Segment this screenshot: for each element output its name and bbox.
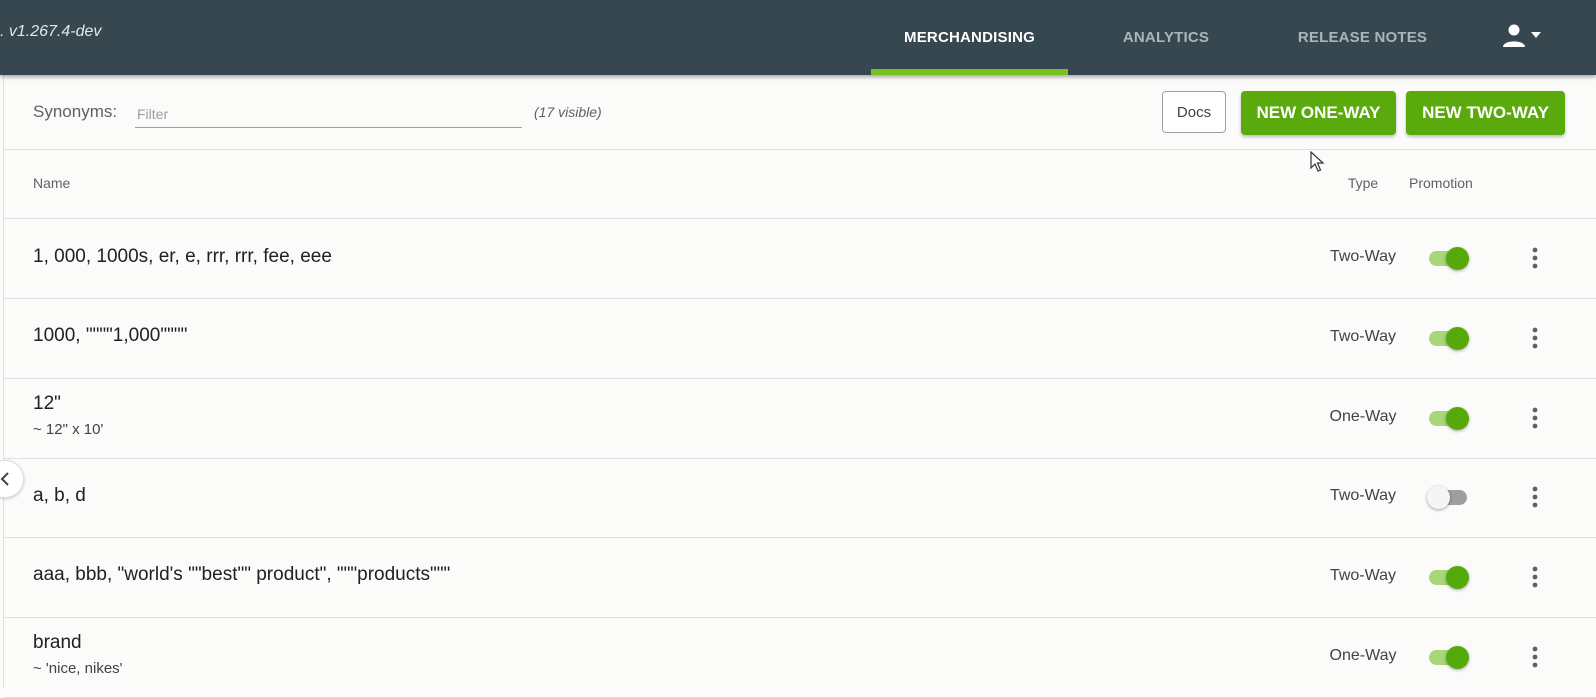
- promotion-toggle[interactable]: [1427, 645, 1469, 669]
- user-menu-button[interactable]: [1500, 22, 1556, 52]
- table-row[interactable]: 1000, """"1,000"""" Two-Way: [4, 299, 1596, 379]
- synonym-title: brand: [33, 632, 82, 653]
- more-options-icon[interactable]: [1524, 484, 1546, 510]
- table-header: Name Type Promotion: [4, 150, 1596, 219]
- app-version: . v1.267.4-dev: [0, 23, 102, 40]
- synonym-type: Two-Way: [1329, 567, 1397, 584]
- mouse-cursor-icon: [1310, 151, 1325, 172]
- chevron-left-icon: [0, 472, 9, 486]
- person-icon: [1503, 24, 1525, 47]
- synonym-subtitle: ~ 12" x 10': [33, 421, 104, 438]
- docs-button[interactable]: Docs: [1162, 91, 1226, 133]
- tab-release-notes[interactable]: RELEASE NOTES: [1264, 0, 1461, 75]
- new-two-way-button[interactable]: NEW TWO-WAY: [1406, 91, 1565, 135]
- more-options-icon[interactable]: [1524, 245, 1546, 271]
- top-nav-bar: . v1.267.4-dev MERCHANDISING ANALYTICS R…: [0, 0, 1596, 75]
- tab-analytics-label: ANALYTICS: [1122, 29, 1210, 46]
- tab-merchandising-label: MERCHANDISING: [904, 29, 1035, 46]
- more-options-icon[interactable]: [1524, 644, 1546, 670]
- synonyms-panel: Synonyms: (17 visible) Docs NEW ONE-WAY …: [3, 75, 1596, 698]
- synonym-type: One-Way: [1329, 408, 1397, 425]
- table-row[interactable]: brand ~ 'nice, nikes' One-Way: [4, 618, 1596, 698]
- promotion-toggle[interactable]: [1427, 406, 1469, 430]
- tab-release-notes-label: RELEASE NOTES: [1297, 29, 1428, 46]
- column-header-name[interactable]: Name: [33, 175, 70, 191]
- synonym-type: Two-Way: [1329, 328, 1397, 345]
- tab-merchandising[interactable]: MERCHANDISING: [871, 0, 1068, 75]
- synonyms-label: Synonyms:: [33, 102, 118, 121]
- new-one-way-button[interactable]: NEW ONE-WAY: [1241, 91, 1396, 135]
- table-row[interactable]: 1, 000, 1000s, er, e, rrr, rrr, fee, eee…: [4, 219, 1596, 299]
- synonym-subtitle: ~ 'nice, nikes': [33, 660, 123, 677]
- synonym-title: 1, 000, 1000s, er, e, rrr, rrr, fee, eee: [33, 246, 332, 267]
- promotion-toggle[interactable]: [1427, 326, 1469, 350]
- synonym-type: Two-Way: [1329, 248, 1397, 265]
- table-row[interactable]: 12" ~ 12" x 10' One-Way: [4, 379, 1596, 459]
- table-row[interactable]: a, b, d Two-Way: [4, 458, 1596, 538]
- table-row[interactable]: aaa, bbb, "world's ""best"" product", ""…: [4, 538, 1596, 618]
- promotion-toggle[interactable]: [1427, 246, 1469, 270]
- synonym-title: a, b, d: [33, 485, 86, 506]
- filter-input[interactable]: [135, 101, 522, 128]
- promotion-toggle[interactable]: [1427, 485, 1469, 509]
- more-options-icon[interactable]: [1524, 405, 1546, 431]
- visible-count: (17 visible): [534, 104, 602, 120]
- synonym-type: One-Way: [1329, 647, 1397, 664]
- synonym-type: Two-Way: [1329, 487, 1397, 504]
- column-header-type[interactable]: Type: [1314, 175, 1412, 191]
- promotion-toggle[interactable]: [1427, 565, 1469, 589]
- tab-analytics[interactable]: ANALYTICS: [1068, 0, 1264, 75]
- active-tab-indicator: [871, 69, 1068, 75]
- column-header-promotion[interactable]: Promotion: [1409, 175, 1473, 191]
- more-options-icon[interactable]: [1524, 325, 1546, 351]
- caret-down-icon: [1531, 32, 1541, 38]
- synonym-title: 1000, """"1,000"""": [33, 325, 188, 346]
- more-options-icon[interactable]: [1524, 564, 1546, 590]
- synonym-title: aaa, bbb, "world's ""best"" product", ""…: [33, 564, 451, 585]
- synonym-title: 12": [33, 393, 61, 414]
- synonyms-toolbar: Synonyms: (17 visible) Docs NEW ONE-WAY …: [4, 75, 1596, 150]
